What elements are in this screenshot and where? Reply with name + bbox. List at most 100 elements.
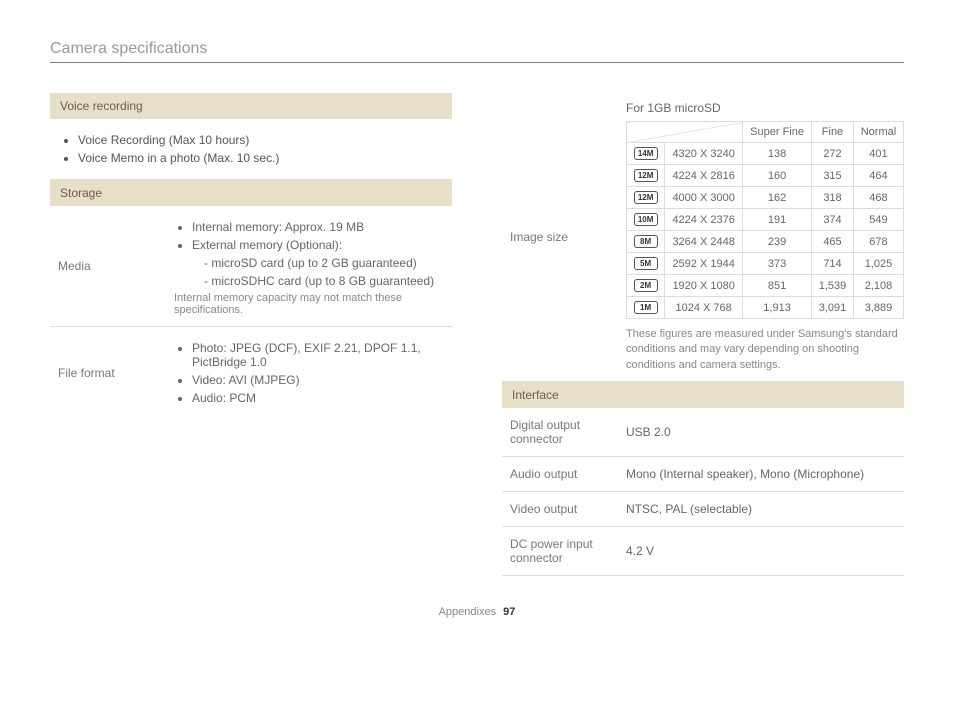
for-line: For 1GB microSD [626, 101, 904, 115]
col-normal: Normal [853, 122, 903, 143]
list-item: External memory (Optional): microSD card… [192, 238, 444, 288]
size-icon-cell: 10M [627, 209, 665, 231]
super-fine-cell: 373 [743, 253, 812, 275]
normal-cell: 401 [853, 143, 903, 165]
size-icon: 12M [634, 169, 658, 182]
size-icon: 2M [634, 279, 658, 292]
table-row: 14M 4320 X 3240138272401 [627, 143, 904, 165]
table-row: 1M 1024 X 7681,9133,0913,889 [627, 297, 904, 319]
file-format-label: File format [50, 327, 166, 419]
content-columns: Voice recording Voice Recording (Max 10 … [50, 93, 904, 576]
diag-cell [627, 122, 743, 143]
list-item: Internal memory: Approx. 19 MB [192, 220, 444, 234]
super-fine-cell: 160 [743, 165, 812, 187]
super-fine-cell: 162 [743, 187, 812, 209]
interface-value: USB 2.0 [618, 408, 904, 456]
media-label: Media [50, 206, 166, 326]
list-item: Audio: PCM [192, 391, 444, 405]
image-size-label: Image size [502, 93, 618, 381]
page-footer: Appendixes 97 [50, 606, 904, 618]
right-column: Image size For 1GB microSD Super Fine Fi… [502, 93, 904, 576]
table-row: 10M 4224 X 2376191374549 [627, 209, 904, 231]
interface-label: Video output [502, 492, 618, 526]
voice-recording-band: Voice recording [50, 93, 452, 119]
size-icon: 10M [634, 213, 658, 226]
image-size-note: These figures are measured under Samsung… [626, 327, 904, 373]
size-icon-cell: 2M [627, 275, 665, 297]
table-row: 12M 4224 X 2816160315464 [627, 165, 904, 187]
fine-cell: 315 [812, 165, 854, 187]
size-icon: 1M [634, 301, 658, 314]
list-item: microSD card (up to 2 GB guaranteed) [204, 256, 444, 270]
fine-cell: 374 [812, 209, 854, 231]
size-icon: 8M [634, 235, 658, 248]
size-icon-cell: 8M [627, 231, 665, 253]
normal-cell: 2,108 [853, 275, 903, 297]
super-fine-cell: 191 [743, 209, 812, 231]
page: Camera specifications Voice recording Vo… [0, 0, 954, 638]
interface-value: 4.2 V [618, 527, 904, 575]
image-size-table: Super Fine Fine Normal 14M 4320 X 3240138… [626, 121, 904, 319]
file-format-row: File format Photo: JPEG (DCF), EXIF 2.21… [50, 327, 452, 419]
interface-label: DC power input connector [502, 527, 618, 575]
normal-cell: 464 [853, 165, 903, 187]
resolution-cell: 1024 X 768 [665, 297, 743, 319]
interface-label: Digital output connector [502, 408, 618, 456]
super-fine-cell: 138 [743, 143, 812, 165]
col-super-fine: Super Fine [743, 122, 812, 143]
fine-cell: 3,091 [812, 297, 854, 319]
normal-cell: 549 [853, 209, 903, 231]
super-fine-cell: 851 [743, 275, 812, 297]
resolution-cell: 4224 X 2376 [665, 209, 743, 231]
normal-cell: 678 [853, 231, 903, 253]
size-icon: 14M [634, 147, 658, 160]
footer-label: Appendixes [439, 606, 497, 618]
list-item: Voice Memo in a photo (Max. 10 sec.) [78, 151, 442, 165]
super-fine-cell: 1,913 [743, 297, 812, 319]
media-note: Internal memory capacity may not match t… [174, 292, 444, 316]
fine-cell: 465 [812, 231, 854, 253]
size-icon-cell: 12M [627, 165, 665, 187]
table-row: 5M2592 X 19443737141,025 [627, 253, 904, 275]
voice-recording-list: Voice Recording (Max 10 hours) Voice Mem… [50, 119, 452, 180]
resolution-cell: 4320 X 3240 [665, 143, 743, 165]
external-memory-label: External memory (Optional): [192, 238, 342, 252]
interface-row: Video outputNTSC, PAL (selectable) [502, 492, 904, 527]
super-fine-cell: 239 [743, 231, 812, 253]
col-fine: Fine [812, 122, 854, 143]
normal-cell: 468 [853, 187, 903, 209]
list-item: Voice Recording (Max 10 hours) [78, 133, 442, 147]
table-row: 12M4000 X 3000162318468 [627, 187, 904, 209]
resolution-cell: 1920 X 1080 [665, 275, 743, 297]
page-number: 97 [503, 606, 515, 618]
size-icon: 12M [634, 191, 658, 204]
size-icon-cell: 5M [627, 253, 665, 275]
interface-row: Audio outputMono (Internal speaker), Mon… [502, 457, 904, 492]
size-icon-cell: 1M [627, 297, 665, 319]
normal-cell: 3,889 [853, 297, 903, 319]
list-item: Photo: JPEG (DCF), EXIF 2.21, DPOF 1.1, … [192, 341, 444, 369]
table-row: 2M1920 X 10808511,5392,108 [627, 275, 904, 297]
list-item: microSDHC card (up to 8 GB guaranteed) [204, 274, 444, 288]
media-row: Media Internal memory: Approx. 19 MB Ext… [50, 206, 452, 327]
file-format-value: Photo: JPEG (DCF), EXIF 2.21, DPOF 1.1, … [166, 327, 452, 419]
image-size-row: Image size For 1GB microSD Super Fine Fi… [502, 93, 904, 382]
section-title: Camera specifications [50, 40, 904, 63]
list-item: Video: AVI (MJPEG) [192, 373, 444, 387]
image-size-value: For 1GB microSD Super Fine Fine Normal 1… [618, 93, 904, 381]
resolution-cell: 4224 X 2816 [665, 165, 743, 187]
storage-band: Storage [50, 180, 452, 206]
fine-cell: 714 [812, 253, 854, 275]
table-row: 8M 3264 X 2448239465678 [627, 231, 904, 253]
resolution-cell: 3264 X 2448 [665, 231, 743, 253]
interface-value: NTSC, PAL (selectable) [618, 492, 904, 526]
interface-value: Mono (Internal speaker), Mono (Microphon… [618, 457, 904, 491]
interface-label: Audio output [502, 457, 618, 491]
interface-band: Interface [502, 382, 904, 408]
size-icon: 5M [634, 257, 658, 270]
left-column: Voice recording Voice Recording (Max 10 … [50, 93, 452, 576]
resolution-cell: 2592 X 1944 [665, 253, 743, 275]
fine-cell: 318 [812, 187, 854, 209]
interface-row: DC power input connector4.2 V [502, 527, 904, 576]
fine-cell: 272 [812, 143, 854, 165]
